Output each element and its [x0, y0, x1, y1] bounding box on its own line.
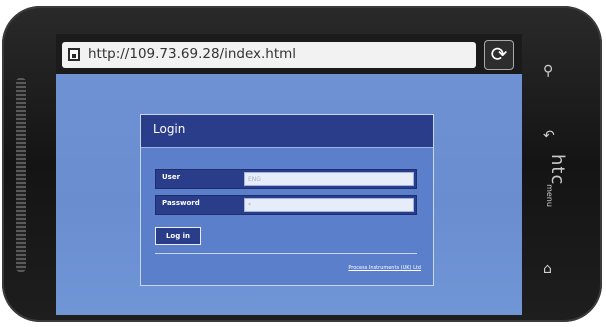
login-header: Login [141, 115, 433, 148]
phone-frame: http://109.73.69.28/index.html ⟳ Login U… [2, 6, 602, 322]
login-button[interactable]: Log in [155, 227, 201, 245]
browser-toolbar: http://109.73.69.28/index.html ⟳ [56, 34, 522, 74]
back-icon[interactable]: ↶ [543, 128, 555, 144]
url-text[interactable]: http://109.73.69.28/index.html [88, 46, 296, 62]
password-row: Password * [155, 195, 417, 215]
user-row: User ENG [155, 169, 417, 189]
page-icon [68, 48, 80, 61]
login-panel: Login User ENG Password * Log in Process… [140, 114, 434, 286]
password-label: Password [162, 199, 200, 207]
refresh-icon[interactable]: ⟳ [484, 40, 514, 70]
home-icon[interactable]: ⌂ [543, 261, 552, 277]
speaker-grille [16, 78, 26, 272]
brand-logo: htc [547, 154, 568, 186]
password-input[interactable]: * [244, 198, 414, 212]
menu-button[interactable]: menu [545, 184, 554, 207]
device-screen: http://109.73.69.28/index.html ⟳ Login U… [56, 34, 522, 315]
user-input[interactable]: ENG [244, 172, 414, 186]
panel-divider [155, 253, 417, 254]
company-link[interactable]: Process Instruments (UK) Ltd [348, 265, 421, 271]
search-icon[interactable]: ⚲ [543, 63, 553, 79]
user-label: User [162, 173, 181, 181]
login-title: Login [153, 122, 186, 136]
address-bar[interactable]: http://109.73.69.28/index.html [62, 42, 476, 68]
